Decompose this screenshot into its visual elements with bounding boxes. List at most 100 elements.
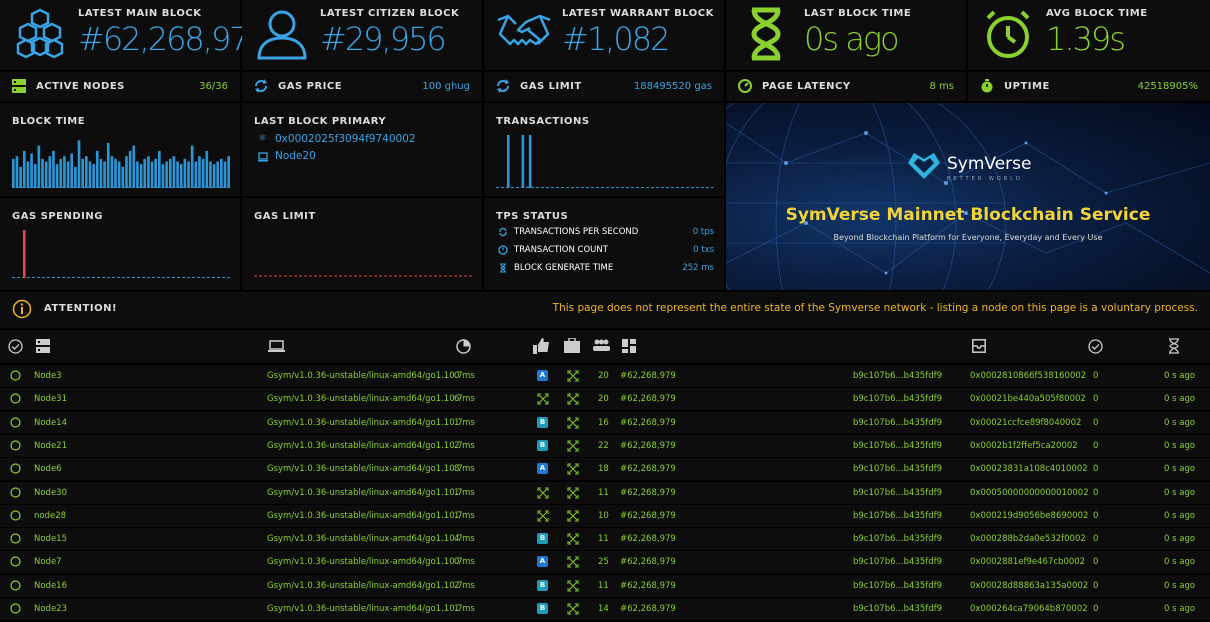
node-name[interactable]: Node15 [34,534,67,544]
users-icon[interactable] [593,339,610,352]
chart-bar[interactable] [506,135,510,188]
chart-bar[interactable] [190,145,194,188]
chart-bar[interactable] [52,150,55,188]
chart-bar[interactable] [30,153,33,188]
chart-bar[interactable] [33,164,37,188]
server-icon[interactable] [36,339,50,353]
chart-bar[interactable] [70,153,74,188]
node-name[interactable]: Node3 [34,371,62,381]
chart-bar[interactable] [172,156,176,188]
chart-bar[interactable] [161,164,165,188]
mini-label: ACTIVE NODES [36,81,125,92]
chart-bar[interactable] [150,161,154,189]
chart-bar[interactable] [103,161,106,189]
chart-bar[interactable] [194,161,198,189]
table-row[interactable]: Node21 Gsym/v1.0.36-unstable/linux-amd64… [0,434,1210,457]
node-name[interactable]: Node7 [34,557,62,567]
table-row[interactable]: Node23 Gsym/v1.0.36-unstable/linux-amd64… [0,598,1210,620]
chart-bar[interactable] [528,135,532,188]
chart-bar[interactable] [77,140,81,188]
chart-bar[interactable] [37,145,41,188]
chart-bar[interactable] [110,156,114,188]
chart-bar[interactable] [198,156,201,188]
chart-bar[interactable] [44,161,48,189]
mini-value: 42518905% [1137,81,1198,92]
table-row[interactable]: node28 Gsym/v1.0.36-unstable/linux-amd64… [0,504,1210,527]
laptop-icon[interactable] [268,340,285,353]
briefcase-icon[interactable] [564,338,580,353]
chart-bar[interactable] [41,158,44,188]
table-row[interactable]: Node30 Gsym/v1.0.36-unstable/linux-amd64… [0,481,1210,504]
chart-bar[interactable] [95,150,99,188]
dashboard-icon[interactable] [622,339,636,353]
check-circle-icon[interactable] [8,339,23,354]
table-row[interactable]: Node6 Gsym/v1.0.36-unstable/linux-amd64/… [0,458,1210,481]
chart-bar[interactable] [106,142,110,188]
chart-bar[interactable] [81,158,84,188]
latency-gauge-icon[interactable] [456,339,471,354]
table-row[interactable]: Node15 Gsym/v1.0.36-unstable/linux-amd64… [0,528,1210,551]
node-name[interactable]: Node21 [34,441,67,451]
chart-bar[interactable] [63,156,66,188]
chart-bar[interactable] [201,158,205,188]
symverse-banner[interactable]: SymVerse BETTER WORLD SymVerse Mainnet B… [726,103,1210,290]
chart-bar[interactable] [216,161,220,189]
chart-bar[interactable] [74,166,77,188]
table-row[interactable]: Node16 Gsym/v1.0.36-unstable/linux-amd64… [0,574,1210,597]
chart-bar[interactable] [12,158,15,188]
chart-bar[interactable] [136,161,139,189]
node-name[interactable]: Node23 [34,604,67,614]
chart-bar[interactable] [209,161,212,189]
chart-bar[interactable] [19,166,22,188]
table-row[interactable]: Node14 Gsym/v1.0.36-unstable/linux-amd64… [0,411,1210,434]
chart-bar[interactable] [48,156,52,188]
chart-bar[interactable] [22,150,26,188]
node-name[interactable]: Node6 [34,464,62,474]
chart-bar[interactable] [212,164,216,188]
chart-bar[interactable] [26,161,30,189]
chart-bar[interactable] [179,164,183,188]
chart-bar[interactable] [176,161,179,189]
chart-bar[interactable] [121,166,125,188]
chart-bar[interactable] [125,156,128,188]
inbox-icon[interactable] [972,339,986,353]
node-name[interactable]: Node31 [34,394,67,404]
chart-bar[interactable] [183,158,187,188]
table-row[interactable]: Node31 Gsym/v1.0.36-unstable/linux-amd64… [0,388,1210,411]
chart-bar[interactable] [132,145,136,188]
hourglass-icon[interactable] [1168,338,1180,354]
chart-bar[interactable] [227,156,230,188]
table-row[interactable]: Node7 Gsym/v1.0.36-unstable/linux-amd64/… [0,551,1210,574]
chart-bar[interactable] [55,164,59,188]
node-name[interactable]: node28 [34,511,66,521]
chart-bar[interactable] [114,158,117,188]
chart-bar[interactable] [85,156,88,188]
chart-bar[interactable] [139,164,143,188]
chart-bar[interactable] [223,161,227,189]
check-circle-icon[interactable] [1088,339,1103,354]
chart-bar[interactable] [147,156,150,188]
chart-bar[interactable] [22,230,26,278]
chart-bar[interactable] [154,158,157,188]
chart-bar[interactable] [187,161,190,189]
chart-bar[interactable] [15,156,19,188]
chart-bar[interactable] [59,158,63,188]
chart-bar[interactable] [117,161,121,189]
chart-bar[interactable] [66,161,70,189]
node-name[interactable]: Node16 [34,581,67,591]
chart-bar[interactable] [92,164,95,188]
node-name[interactable]: Node14 [34,418,67,428]
chart-bar[interactable] [158,150,161,188]
chart-bar[interactable] [88,161,92,189]
chart-bar[interactable] [168,158,172,188]
thumbs-up-icon[interactable] [533,338,550,354]
chart-bar[interactable] [165,161,168,189]
chart-bar[interactable] [220,158,223,188]
chart-bar[interactable] [521,135,525,188]
chart-bar[interactable] [128,150,132,188]
chart-bar[interactable] [205,150,209,188]
node-name[interactable]: Node30 [34,488,67,498]
chart-bar[interactable] [99,158,103,188]
chart-bar[interactable] [143,158,147,188]
table-row[interactable]: Node3 Gsym/v1.0.36-unstable/linux-amd64/… [0,365,1210,387]
